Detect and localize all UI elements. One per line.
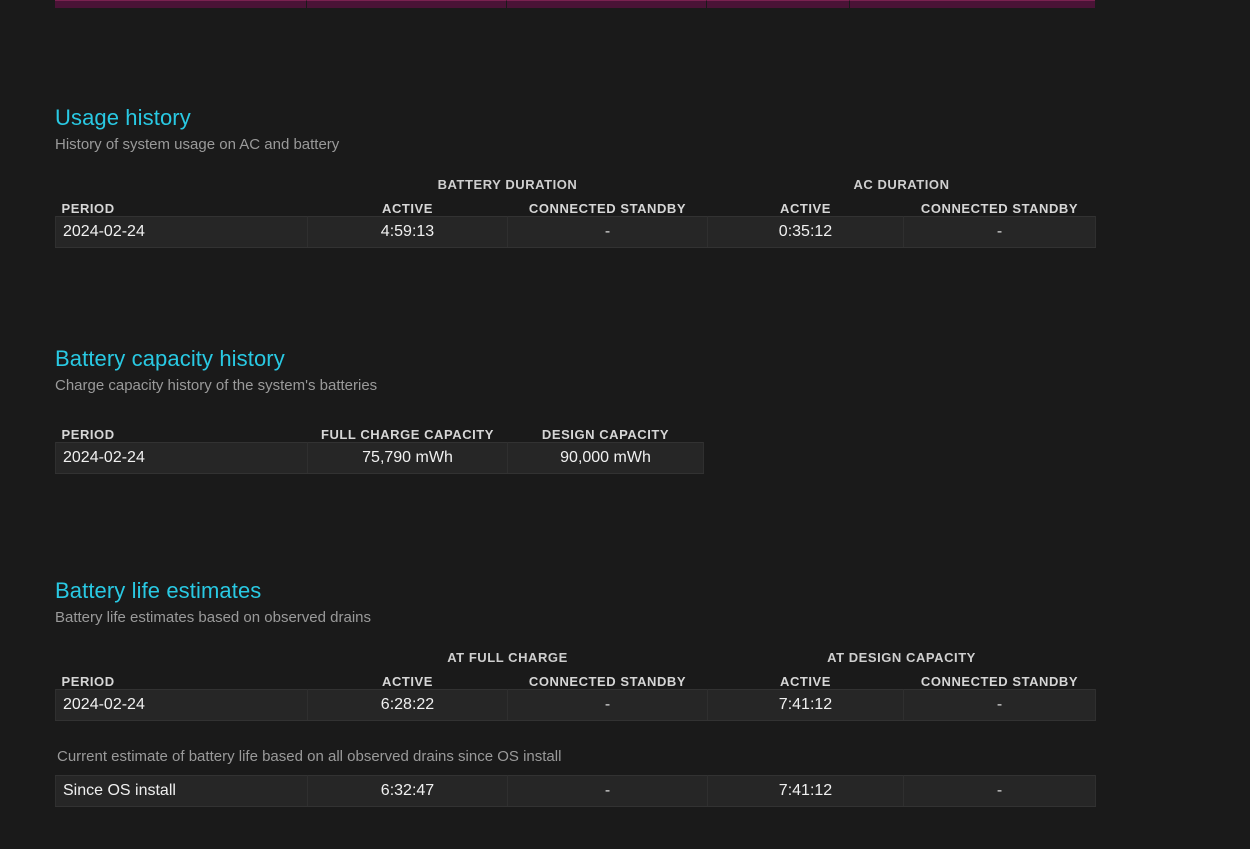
section-title: Battery life estimates bbox=[55, 578, 262, 603]
table-header-row: PERIOD ACTIVE CONNECTED STANDBY ACTIVE C… bbox=[56, 665, 1096, 690]
table-row: 2024-02-24 75,790 mWh 90,000 mWh bbox=[55, 442, 704, 474]
battery-life-estimates-table: AT FULL CHARGE AT DESIGN CAPACITY PERIOD… bbox=[55, 642, 1096, 721]
group-header-at-design-capacity: AT DESIGN CAPACITY bbox=[827, 650, 976, 665]
chart-bar-segment bbox=[55, 0, 307, 8]
cell-design-capacity-connected-standby: - bbox=[903, 775, 1096, 807]
column-header-design-capacity-connected-standby: CONNECTED STANDBY bbox=[920, 674, 1079, 689]
cell-ac-connected-standby: - bbox=[903, 216, 1096, 248]
column-header-period: PERIOD bbox=[61, 427, 115, 442]
section-battery-life-estimates: Battery life estimates Battery life esti… bbox=[55, 577, 1200, 807]
section-usage-history: Usage history History of system usage on… bbox=[55, 104, 1200, 248]
column-header-battery-connected-standby: CONNECTED STANDBY bbox=[528, 201, 687, 216]
section-subtitle: Battery life estimates based on observed… bbox=[55, 609, 372, 626]
usage-history-table: BATTERY DURATION AC DURATION PERIOD ACTI… bbox=[55, 169, 1096, 248]
section-subtitle: Charge capacity history of the system's … bbox=[55, 377, 378, 394]
cell-period: 2024-02-24 bbox=[55, 442, 308, 474]
table-header-row: PERIOD ACTIVE CONNECTED STANDBY ACTIVE C… bbox=[56, 192, 1096, 217]
cell-full-charge-active: 6:28:22 bbox=[307, 689, 508, 721]
group-header-spacer bbox=[56, 169, 308, 192]
cell-period: 2024-02-24 bbox=[55, 689, 308, 721]
group-header-battery-duration: BATTERY DURATION bbox=[437, 177, 578, 192]
battery-capacity-history-table: PERIOD FULL CHARGE CAPACITY DESIGN CAPAC… bbox=[55, 418, 704, 474]
table-row: 2024-02-24 4:59:13 - 0:35:12 - bbox=[55, 216, 1096, 248]
column-header-period: PERIOD bbox=[61, 201, 115, 216]
cell-period: Since OS install bbox=[55, 775, 308, 807]
cell-full-charge-capacity: 75,790 mWh bbox=[307, 442, 508, 474]
table-header-row: PERIOD FULL CHARGE CAPACITY DESIGN CAPAC… bbox=[56, 418, 704, 443]
table-group-header-row: BATTERY DURATION AC DURATION bbox=[56, 169, 1096, 192]
cell-period: 2024-02-24 bbox=[55, 216, 308, 248]
cell-full-charge-connected-standby: - bbox=[507, 689, 708, 721]
column-header-period: PERIOD bbox=[61, 674, 115, 689]
table-row: 2024-02-24 6:28:22 - 7:41:12 - bbox=[55, 689, 1096, 721]
cell-design-capacity-active: 7:41:12 bbox=[707, 775, 904, 807]
battery-report-page: Usage history History of system usage on… bbox=[0, 0, 1250, 849]
cell-design-capacity-active: 7:41:12 bbox=[707, 689, 904, 721]
cell-full-charge-connected-standby: - bbox=[507, 775, 708, 807]
since-os-install-note: Current estimate of battery life based o… bbox=[57, 748, 562, 765]
column-header-battery-active: ACTIVE bbox=[382, 201, 433, 216]
section-title: Usage history bbox=[55, 105, 191, 130]
section-subtitle: History of system usage on AC and batter… bbox=[55, 136, 340, 153]
cell-design-capacity: 90,000 mWh bbox=[507, 442, 704, 474]
column-header-design-capacity-active: ACTIVE bbox=[780, 674, 831, 689]
since-os-install-table: Since OS install 6:32:47 - 7:41:12 - bbox=[55, 775, 1096, 807]
cell-ac-active: 0:35:12 bbox=[707, 216, 904, 248]
battery-usage-bar-chart-cutoff bbox=[55, 0, 1095, 8]
group-header-ac-duration: AC DURATION bbox=[853, 177, 950, 192]
cell-design-capacity-connected-standby: - bbox=[903, 689, 1096, 721]
group-header-at-full-charge: AT FULL CHARGE bbox=[447, 650, 568, 665]
column-header-full-charge-connected-standby: CONNECTED STANDBY bbox=[528, 674, 687, 689]
group-header-spacer bbox=[56, 642, 308, 665]
table-row: Since OS install 6:32:47 - 7:41:12 - bbox=[55, 775, 1096, 807]
chart-bar-segment bbox=[707, 0, 850, 8]
chart-bar-segment bbox=[307, 0, 507, 8]
column-header-ac-connected-standby: CONNECTED STANDBY bbox=[920, 201, 1079, 216]
column-header-ac-active: ACTIVE bbox=[780, 201, 831, 216]
column-header-full-charge-capacity: FULL CHARGE CAPACITY bbox=[320, 427, 495, 442]
column-header-design-capacity: DESIGN CAPACITY bbox=[541, 427, 670, 442]
chart-bar-segment bbox=[507, 0, 707, 8]
section-battery-capacity-history: Battery capacity history Charge capacity… bbox=[55, 345, 1200, 474]
chart-bar-segment bbox=[850, 0, 1095, 8]
cell-full-charge-active: 6:32:47 bbox=[307, 775, 508, 807]
table-group-header-row: AT FULL CHARGE AT DESIGN CAPACITY bbox=[56, 642, 1096, 665]
cell-battery-connected-standby: - bbox=[507, 216, 708, 248]
column-header-full-charge-active: ACTIVE bbox=[382, 674, 433, 689]
section-title: Battery capacity history bbox=[55, 346, 285, 371]
cell-battery-active: 4:59:13 bbox=[307, 216, 508, 248]
